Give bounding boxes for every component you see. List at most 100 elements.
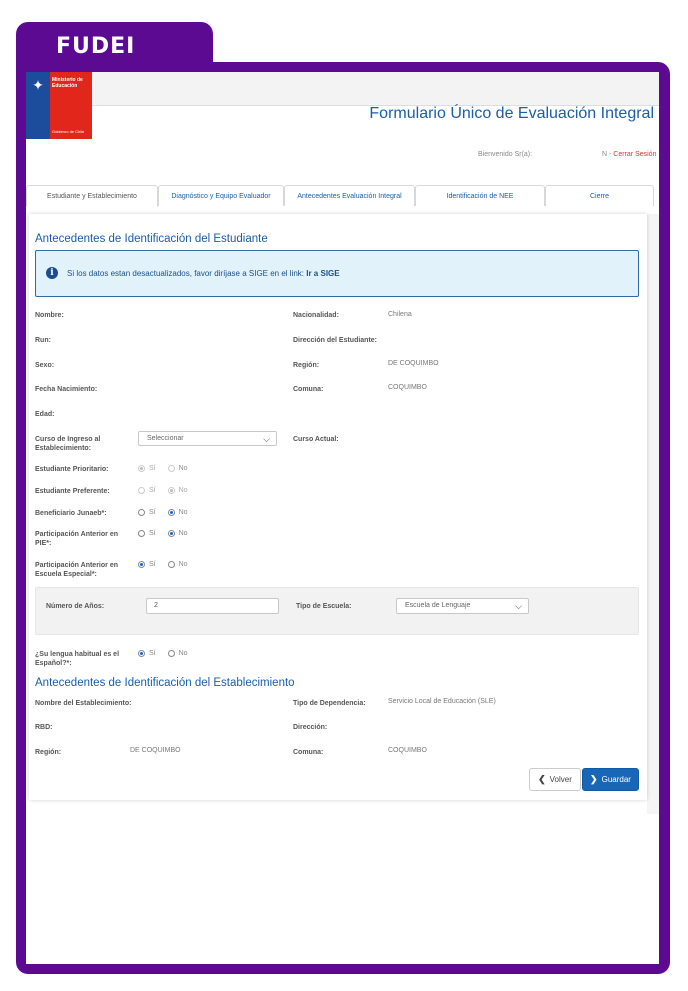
logo-ministry-text: Ministerio de Educación	[52, 77, 83, 89]
pie-si-label: Sí	[149, 530, 156, 537]
label-curso-ingreso: Curso de Ingreso al Establecimiento:	[35, 436, 101, 452]
preferente-no-radio	[167, 487, 175, 494]
tab-bar: Estudiante y Establecimiento Diagnóstico…	[26, 185, 654, 207]
prioritario-radio-group: Sí No	[138, 465, 196, 472]
curso-ingreso-value: Seleccionar	[147, 435, 184, 442]
brand-title: FUDEI	[56, 34, 136, 59]
prioritario-si-label: Sí	[149, 465, 156, 472]
panel-side	[647, 214, 659, 814]
label-nombre: Nombre:	[35, 312, 64, 319]
ministry-logo: ✦ Ministerio de Educación Gobierno de Ch…	[26, 72, 92, 139]
preferente-si-radio	[138, 487, 145, 494]
label-edad: Edad:	[35, 411, 55, 418]
escuela-especial-no-label: No	[178, 561, 188, 568]
junaeb-si-label: Sí	[149, 509, 156, 516]
save-button[interactable]: ❯ Guardar	[582, 768, 639, 791]
save-button-label: Guardar	[601, 775, 631, 784]
prioritario-no-label: No	[178, 465, 188, 472]
special-school-details	[35, 587, 639, 635]
tab-antecedentes[interactable]: Antecedentes Evaluación Integral	[284, 185, 415, 206]
label-direccion-establecimiento: Dirección:	[293, 724, 328, 731]
alert-text: Si los datos estan desactualizados, favo…	[67, 269, 307, 278]
junaeb-no-radio[interactable]	[167, 509, 175, 516]
page-title: Formulario Único de Evaluación Integral	[369, 105, 654, 122]
label-preferente: Estudiante Preferente:	[35, 488, 110, 495]
chevron-left-icon: ❮	[538, 774, 546, 784]
chevron-right-icon: ❯	[590, 774, 598, 784]
info-icon: i	[46, 267, 58, 279]
crest-icon: ✦	[32, 77, 44, 93]
tab-estudiante[interactable]: Estudiante y Establecimiento	[26, 185, 158, 207]
back-button[interactable]: ❮ Volver	[529, 768, 581, 791]
escuela-especial-no-radio[interactable]	[167, 561, 175, 568]
label-sexo: Sexo:	[35, 362, 55, 369]
curso-ingreso-select[interactable]: Seleccionar ⌵	[138, 431, 277, 446]
value-comuna-estudiante: COQUIMBO	[388, 384, 427, 391]
chevron-down-icon: ⌵	[515, 601, 522, 611]
value-region-establecimiento: DE COQUIMBO	[130, 747, 181, 754]
label-run: Run:	[35, 337, 51, 344]
value-nacionalidad: Chilena	[388, 311, 412, 318]
tab-diagnostico[interactable]: Diagnóstico y Equipo Evaluador	[158, 185, 284, 206]
tab-nee[interactable]: Identificación de NEE	[415, 185, 545, 206]
label-escuela-especial: Participación Anterior en Escuela Especi…	[35, 562, 118, 578]
form-panel	[29, 214, 647, 800]
label-numero-anios: Número de Años:	[46, 603, 105, 610]
junaeb-radio-group: Sí No	[138, 509, 196, 516]
welcome-text: Bienvenido Sr(a):	[478, 151, 533, 158]
value-tipo-dependencia: Servicio Local de Educación (SLE)	[388, 698, 496, 705]
label-lengua: ¿Su lengua habitual es el Español?*:	[35, 651, 120, 667]
label-region-establecimiento: Región:	[35, 749, 62, 756]
label-region-estudiante: Región:	[293, 362, 320, 369]
label-fecha-nacimiento: Fecha Nacimiento:	[35, 386, 98, 393]
lengua-no-radio[interactable]	[167, 650, 175, 657]
preferente-radio-group: Sí No	[138, 487, 196, 494]
preferente-no-label: No	[178, 487, 188, 494]
student-section-title: Antecedentes de Identificación del Estud…	[35, 233, 268, 245]
label-prioritario: Estudiante Prioritario:	[35, 466, 109, 473]
logo-government-text: Gobierno de Chile	[52, 129, 85, 134]
escuela-especial-si-label: Sí	[149, 561, 156, 568]
junaeb-no-label: No	[178, 509, 188, 516]
lengua-no-label: No	[178, 650, 188, 657]
chevron-down-icon: ⌵	[263, 434, 270, 444]
escuela-especial-radio-group: Sí No	[138, 561, 196, 568]
label-tipo-escuela: Tipo de Escuela:	[296, 603, 352, 610]
tab-cierre[interactable]: Cierre	[545, 185, 654, 206]
lengua-radio-group: Sí No	[138, 650, 196, 657]
preferente-si-label: Sí	[149, 487, 156, 494]
label-nombre-establecimiento: Nombre del Establecimiento:	[35, 700, 132, 707]
label-direccion-estudiante: Dirección del Estudiante:	[293, 337, 378, 344]
value-region-estudiante: DE COQUIMBO	[388, 360, 439, 367]
lengua-si-label: Sí	[149, 650, 156, 657]
user-area: N - Cerrar Sesión	[602, 151, 656, 158]
pie-radio-group: Sí No	[138, 530, 196, 537]
label-tipo-dependencia: Tipo de Dependencia:	[293, 700, 366, 707]
logout-link[interactable]: Cerrar Sesión	[613, 151, 656, 158]
escuela-especial-si-radio[interactable]	[138, 561, 145, 568]
info-alert: i Si los datos estan desactualizados, fa…	[35, 250, 639, 297]
user-prefix: N -	[602, 151, 614, 158]
prioritario-no-radio	[167, 465, 175, 472]
tipo-escuela-select[interactable]: Escuela de Lenguaje ⌵	[396, 598, 529, 614]
label-nacionalidad: Nacionalidad:	[293, 312, 339, 319]
alert-message: Si los datos estan desactualizados, favo…	[67, 269, 340, 278]
prioritario-si-radio	[138, 465, 145, 472]
back-button-label: Volver	[549, 775, 572, 784]
sige-link[interactable]: Ir a SIGE	[306, 269, 339, 278]
pie-no-radio[interactable]	[167, 530, 175, 537]
lengua-si-radio[interactable]	[138, 650, 145, 657]
label-pie: Participación Anterior en PIE*:	[35, 531, 118, 547]
label-comuna-estudiante: Comuna:	[293, 386, 324, 393]
school-section-title: Antecedentes de Identificación del Estab…	[35, 677, 295, 689]
junaeb-si-radio[interactable]	[138, 509, 145, 516]
pie-no-label: No	[178, 530, 188, 537]
top-band	[26, 72, 659, 106]
label-junaeb: Beneficiario Junaeb*:	[35, 510, 107, 517]
label-curso-actual: Curso Actual:	[293, 436, 339, 443]
label-rbd: RBD:	[35, 724, 53, 731]
tipo-escuela-value: Escuela de Lenguaje	[405, 602, 471, 609]
numero-anios-input[interactable]: 2	[146, 598, 279, 614]
value-comuna-establecimiento: COQUIMBO	[388, 747, 427, 754]
pie-si-radio[interactable]	[138, 530, 145, 537]
